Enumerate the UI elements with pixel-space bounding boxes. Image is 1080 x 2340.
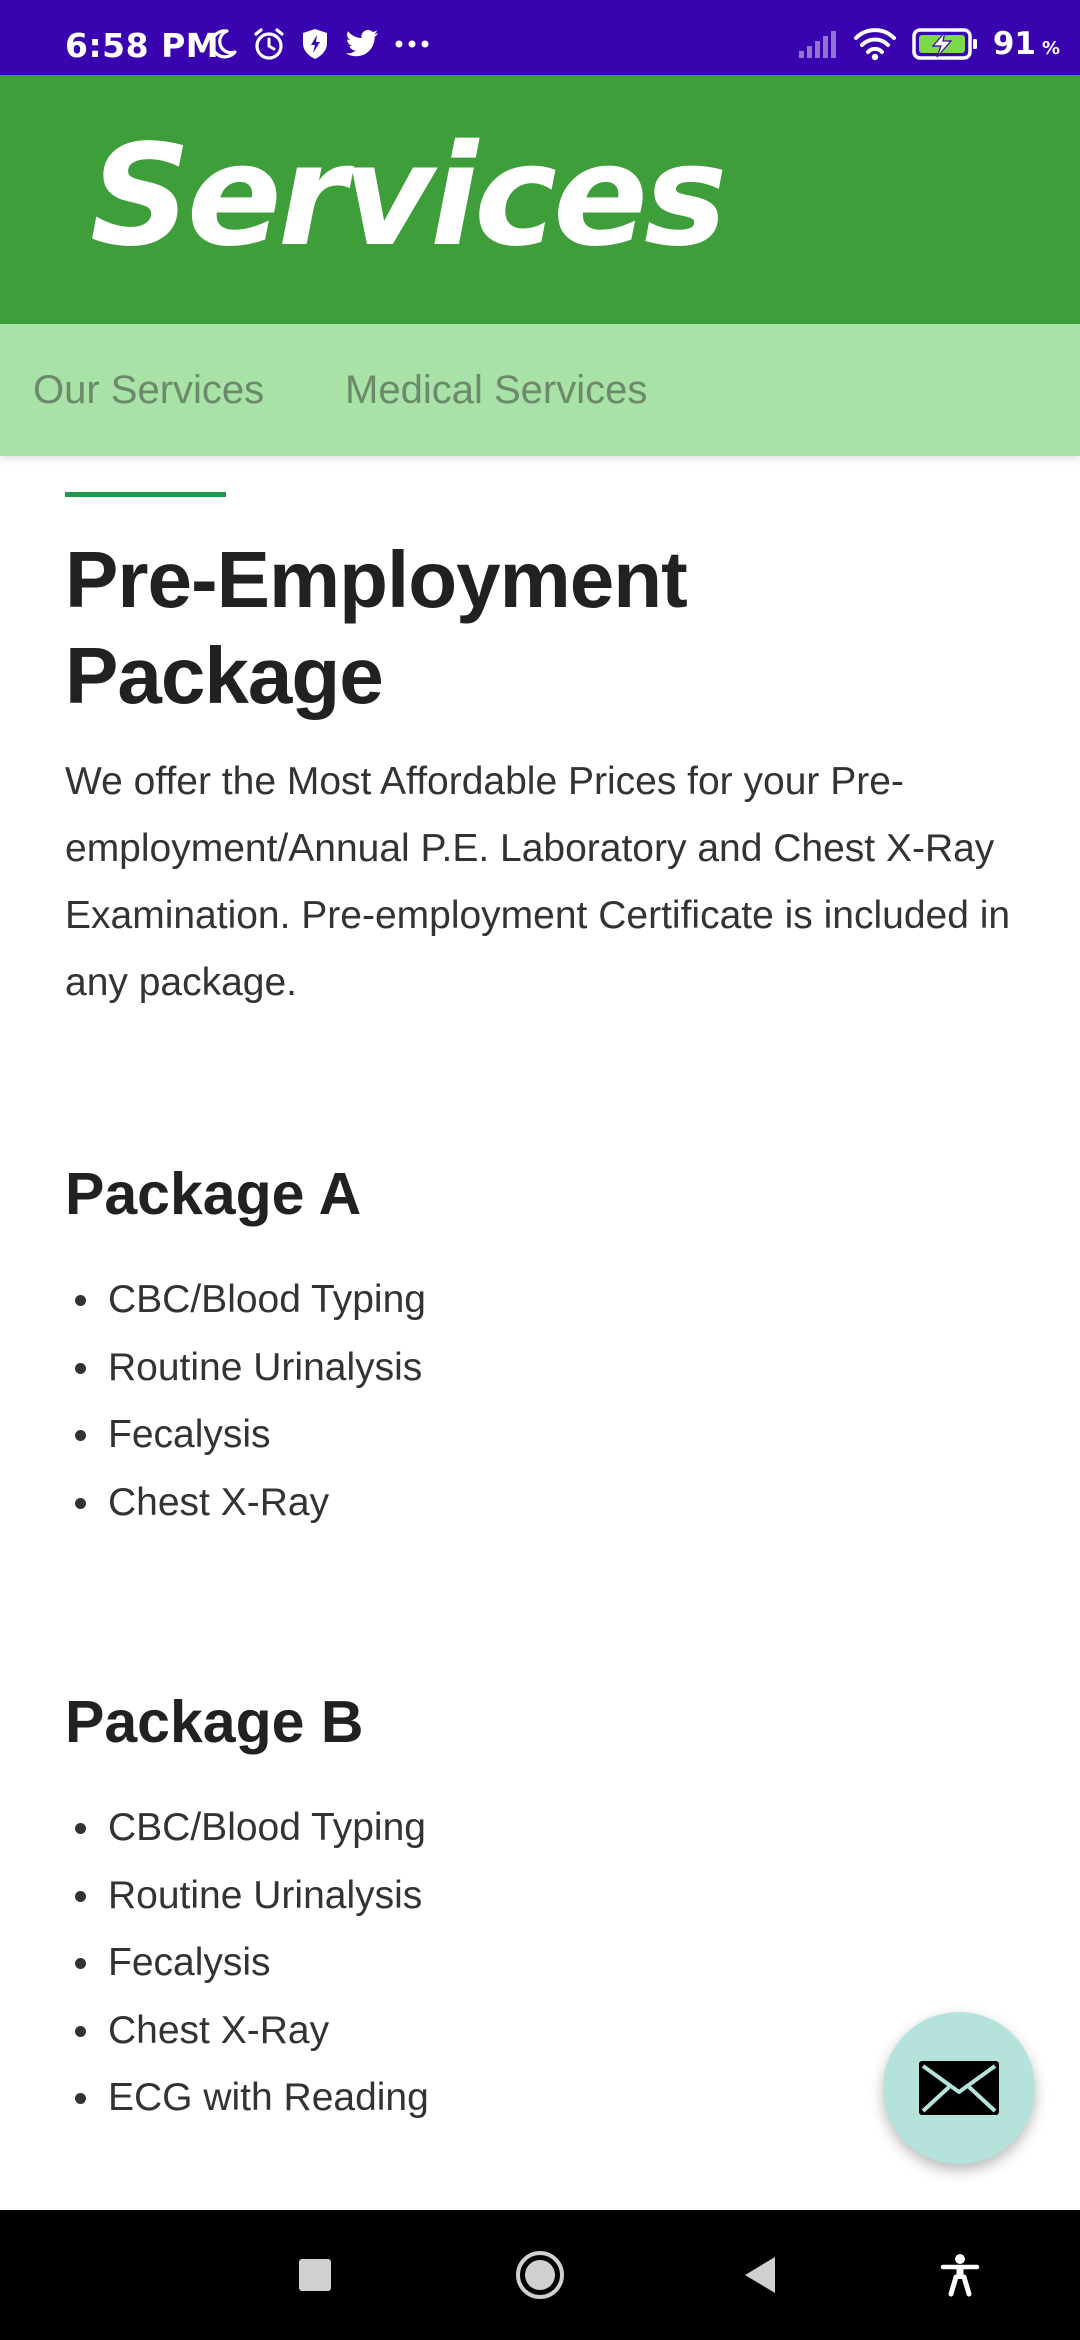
list-item-text: Fecalysis [108,1941,271,1984]
title-accent-line [65,492,226,497]
wifi-icon [853,28,896,61]
status-notification-icons [208,26,430,62]
list-item-text: Chest X-Ray [108,1480,330,1524]
services-header-banner: Services [0,75,1080,324]
accessibility-icon [940,2254,980,2297]
list-item: Routine Urinalysis [65,1866,429,1934]
recents-icon [299,2259,331,2291]
list-item: ECG with Reading [65,2068,429,2136]
status-bar: 6:58 PM 91 % [0,0,1080,75]
bullet-icon [75,1430,86,1441]
list-item: Routine Urinalysis [65,1338,426,1406]
moon-icon [210,29,237,59]
back-icon [745,2257,775,2293]
list-item-text: ECG with Reading [108,2076,429,2119]
status-system-icons: 91 % [797,24,1060,64]
package-b-list: CBC/Blood Typing Routine Urinalysis Feca… [65,1798,429,2136]
bullet-icon [75,2025,86,2037]
battery-percent-unit: % [1041,38,1060,59]
list-item-text: Routine Urinalysis [108,1345,423,1389]
signal-icon [798,31,836,58]
battery-percent-value: 91 [992,26,1036,62]
page-title: Pre-Employment Package [65,535,688,720]
bullet-icon [75,1958,86,1969]
intro-paragraph: We offer the Most Affordable Prices for … [65,760,1011,1004]
tab-our-services[interactable]: Our Services [33,368,264,413]
status-time: 6:58 PM [65,26,220,65]
battery-charging-icon [912,28,977,60]
list-item-text: CBC/Blood Typing [108,1278,426,1321]
bullet-icon [75,1823,86,1834]
bullet-icon [75,1890,86,1902]
contact-mail-button[interactable] [883,2012,1035,2164]
list-item: CBC/Blood Typing [65,1798,429,1866]
home-icon [516,2251,564,2299]
bullet-icon [75,2093,86,2104]
shield-icon [303,29,327,59]
recents-button[interactable] [280,2210,350,2340]
list-item-text: CBC/Blood Typing [108,1806,426,1849]
package-b-heading: Package B [65,1689,364,1755]
bullet-icon [75,1295,86,1306]
list-item-text: Routine Urinalysis [108,1873,423,1917]
header-title: Services [90,115,727,278]
list-item: CBC/Blood Typing [65,1270,426,1338]
list-item: Fecalysis [65,1405,426,1473]
home-button[interactable] [505,2210,575,2340]
list-item: Chest X-Ray [65,2001,429,2069]
list-item: Fecalysis [65,1933,429,2001]
list-item-text: Fecalysis [108,1413,271,1456]
list-item: Chest X-Ray [65,1473,426,1541]
list-item-text: Chest X-Ray [108,2008,330,2052]
package-a-heading: Package A [65,1161,362,1227]
mail-icon [919,2061,999,2115]
more-dots-icon [395,40,429,48]
tab-bar: Our Services Medical Services [0,324,1080,456]
battery-percent: 91 % [993,26,1060,62]
tab-medical-services[interactable]: Medical Services [345,368,647,413]
twitter-icon [345,30,378,57]
bullet-icon [75,1497,86,1509]
bullet-icon [75,1362,86,1374]
package-a-list: CBC/Blood Typing Routine Urinalysis Feca… [65,1270,426,1540]
back-button[interactable] [725,2210,795,2340]
system-navigation-bar [0,2210,1080,2340]
accessibility-button[interactable] [925,2210,995,2340]
alarm-icon [254,28,284,60]
